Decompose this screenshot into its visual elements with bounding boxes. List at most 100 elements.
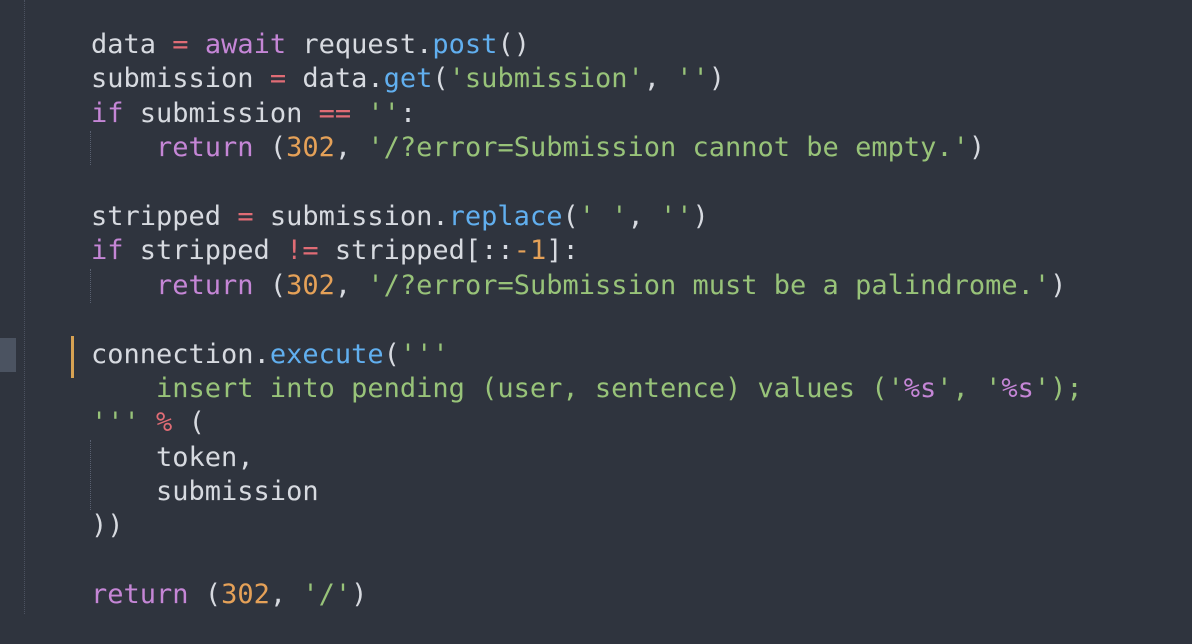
- code-token: 'submission': [448, 63, 644, 95]
- code-token: await: [204, 29, 287, 60]
- code-token: ');: [1033, 372, 1083, 404]
- code-token: ,: [269, 579, 303, 611]
- code-line[interactable]: if stripped != stripped[::-1]:: [91, 234, 1083, 268]
- code-token: )): [91, 510, 124, 542]
- code-token: '': [660, 200, 693, 232]
- code-token: ]:: [546, 235, 579, 267]
- code-token: (: [188, 407, 205, 439]
- code-token: ): [708, 63, 726, 95]
- code-token: ' ': [578, 200, 628, 232]
- code-token: %: [156, 407, 173, 439]
- code-token: ''': [91, 407, 140, 439]
- code-token: 302: [221, 579, 270, 611]
- code-token: connection: [91, 338, 254, 370]
- code-token: '/?error=Submission must be a palindrome…: [367, 269, 1051, 301]
- code-token: replace: [448, 200, 563, 232]
- gutter-current-line-marker: [0, 338, 16, 372]
- code-line[interactable]: [91, 544, 1083, 578]
- code-line[interactable]: data = await request.post(): [91, 28, 1083, 62]
- code-token: request: [286, 29, 417, 60]
- code-token: submission: [91, 476, 319, 508]
- code-token: '': [367, 97, 400, 129]
- code-token: return: [156, 132, 254, 164]
- code-line[interactable]: return (302, '/'): [91, 578, 1083, 612]
- code-token: stripped: [318, 235, 465, 267]
- code-token: (: [269, 269, 287, 301]
- code-token: submission: [91, 63, 270, 95]
- code-token: (: [269, 132, 287, 164]
- code-token: ''': [399, 338, 449, 370]
- code-token: :: [399, 97, 417, 129]
- code-token: %s: [903, 372, 937, 404]
- code-line[interactable]: return (302, '/?error=Submission must be…: [91, 269, 1083, 303]
- code-token: (: [204, 579, 222, 611]
- code-token: =: [172, 29, 189, 60]
- code-token: (: [432, 63, 449, 95]
- code-token: submission: [253, 200, 433, 232]
- code-token: =: [269, 63, 287, 95]
- code-token: [::: [464, 235, 514, 267]
- code-line[interactable]: )): [91, 509, 1083, 543]
- code-token: ): [968, 132, 986, 164]
- code-token: if: [91, 235, 124, 267]
- code-token: '/': [302, 579, 352, 611]
- code-token: token: [91, 441, 238, 473]
- code-token: .: [416, 29, 433, 60]
- code-token: .: [367, 63, 384, 95]
- code-token: .: [432, 200, 449, 232]
- code-token: return: [156, 269, 254, 301]
- code-token: (: [562, 200, 579, 232]
- code-token: ): [1050, 269, 1067, 301]
- code-content[interactable]: data = await request.post() submission = …: [91, 28, 1083, 613]
- code-token: ==: [318, 97, 352, 129]
- code-line[interactable]: stripped = submission.replace(' ', ''): [91, 200, 1083, 234]
- code-token: ', ': [936, 372, 1002, 404]
- code-token: data: [286, 63, 368, 95]
- code-token: -1: [513, 235, 547, 267]
- code-token: execute: [269, 338, 384, 370]
- code-line[interactable]: ''' % (: [91, 406, 1083, 440]
- code-token: post: [432, 29, 498, 60]
- code-token: data: [91, 29, 173, 60]
- code-line[interactable]: token,: [91, 441, 1083, 475]
- code-token: ,: [334, 132, 368, 164]
- code-token: (): [497, 29, 530, 60]
- code-token: insert into pending (user, sentence) val…: [91, 372, 904, 404]
- code-token: get: [383, 63, 433, 95]
- code-token: (: [383, 338, 400, 370]
- code-line[interactable]: connection.execute(''': [91, 338, 1083, 372]
- code-token: 302: [286, 269, 335, 301]
- code-line[interactable]: insert into pending (user, sentence) val…: [91, 372, 1083, 406]
- code-line[interactable]: [91, 166, 1083, 200]
- code-line[interactable]: if submission == '':: [91, 97, 1083, 131]
- code-token: return: [91, 579, 189, 611]
- code-token: stripped: [123, 235, 287, 267]
- code-token: ,: [643, 63, 677, 95]
- code-token: =: [237, 200, 254, 232]
- code-token: stripped: [91, 200, 238, 232]
- code-line[interactable]: submission = data.get('submission', ''): [91, 62, 1083, 96]
- code-token: %s: [1001, 372, 1034, 404]
- code-token: ,: [334, 269, 368, 301]
- code-token: ,: [627, 200, 661, 232]
- code-token: .: [253, 338, 270, 370]
- code-token: '/?error=Submission cannot be empty.': [367, 132, 969, 164]
- code-token: ): [692, 200, 709, 232]
- code-line[interactable]: [91, 303, 1083, 337]
- code-token: submission: [123, 97, 319, 129]
- indent-guide: [24, 0, 25, 614]
- code-editor[interactable]: data = await request.post() submission = …: [0, 0, 1192, 644]
- code-line[interactable]: return (302, '/?error=Submission cannot …: [91, 131, 1083, 165]
- modified-line-indicator: [71, 336, 74, 378]
- code-line[interactable]: submission: [91, 475, 1083, 509]
- code-token: ,: [237, 441, 254, 473]
- code-token: if: [91, 97, 124, 129]
